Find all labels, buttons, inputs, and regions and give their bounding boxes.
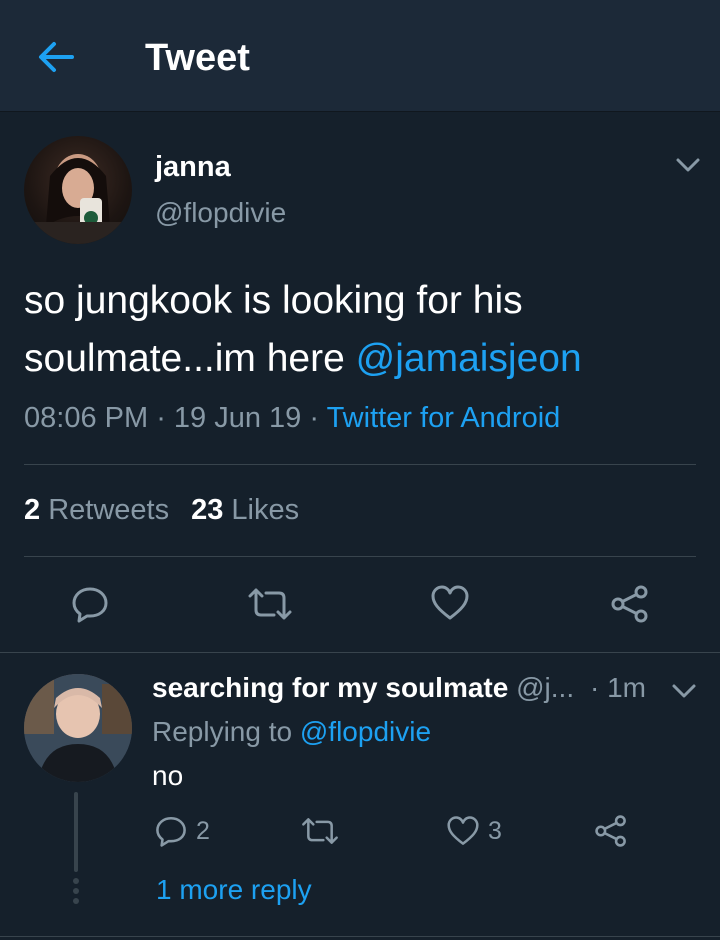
more-replies-link[interactable]: 1 more reply	[156, 874, 312, 906]
meta-separator: ·	[148, 402, 174, 434]
divider	[24, 464, 696, 465]
heart-icon	[447, 816, 479, 845]
back-button[interactable]	[30, 34, 82, 80]
reply-author-avatar[interactable]	[24, 674, 132, 782]
chevron-down-icon	[672, 684, 696, 698]
bottom-divider	[0, 936, 720, 937]
likes-stat[interactable]: 23 Likes	[191, 494, 299, 526]
replying-to-link[interactable]: @flopdivie	[300, 716, 431, 747]
comment-icon	[72, 587, 108, 623]
retweet-button[interactable]	[246, 586, 294, 622]
comment-icon	[156, 816, 186, 847]
replying-to: Replying to @flopdivie	[152, 716, 431, 748]
tweet-time: 08:06 PM	[24, 402, 149, 434]
retweet-icon	[248, 588, 292, 620]
retweets-stat[interactable]: 2 Retweets	[24, 494, 169, 526]
reply-display-name[interactable]: searching for my soulmate	[152, 672, 508, 703]
divider	[24, 556, 696, 557]
reply-time: · 1m	[590, 672, 646, 703]
share-icon	[595, 815, 626, 847]
like-count: 3	[488, 816, 502, 845]
reply-reply-button[interactable]: 2	[154, 814, 210, 848]
retweet-icon	[302, 818, 338, 844]
like-button[interactable]	[430, 584, 470, 622]
reply-retweet-button[interactable]	[300, 816, 340, 846]
reply-menu-button[interactable]	[666, 676, 702, 706]
author-avatar[interactable]	[24, 136, 132, 244]
avatar-image	[24, 154, 132, 244]
top-app-bar: Tweet	[0, 0, 720, 112]
page-title: Tweet	[145, 37, 250, 79]
mention-link[interactable]: @jamaisjeon	[356, 337, 582, 380]
reply-text: no	[152, 760, 184, 791]
author-handle[interactable]: @flopdivie	[155, 197, 286, 229]
arrow-left-icon	[39, 42, 74, 72]
meta-separator: ·	[301, 402, 327, 434]
tweet-menu-button[interactable]	[670, 150, 706, 180]
section-divider	[0, 652, 720, 653]
chevron-down-icon	[676, 158, 700, 172]
heart-icon	[431, 585, 469, 620]
reply-handle[interactable]: @j...	[516, 672, 574, 703]
replying-prefix: Replying to	[152, 716, 300, 747]
reply-button[interactable]	[70, 584, 110, 624]
tweet-text-segment: soulmate...im here	[24, 337, 356, 380]
tweet-meta: 08:06 PM · 19 Jun 19 · Twitter for Andro…	[24, 402, 560, 435]
reply-share-button[interactable]	[594, 814, 628, 848]
reply-count: 2	[196, 816, 210, 845]
tweet-text-line: soulmate...im here @jamaisjeon	[24, 330, 694, 388]
likes-label: Likes	[231, 494, 300, 526]
share-button[interactable]	[610, 584, 650, 624]
reply-like-button[interactable]: 3	[446, 815, 502, 847]
thread-line	[74, 792, 78, 872]
avatar-image	[24, 674, 132, 782]
retweets-count: 2	[24, 494, 41, 526]
retweets-label: Retweets	[48, 494, 170, 526]
tweet-stats: 2 Retweets 23 Likes	[24, 494, 299, 527]
likes-count: 23	[191, 494, 224, 526]
tweet-text-line: so jungkook is looking for his	[24, 279, 523, 322]
tweet-text: so jungkook is looking for his soulmate.…	[24, 272, 694, 388]
share-icon	[611, 585, 648, 623]
tweet-date: 19 Jun 19	[173, 402, 302, 434]
tweet-source-link[interactable]: Twitter for Android	[327, 402, 561, 434]
thread-dots	[73, 878, 79, 908]
author-display-name[interactable]: janna	[155, 151, 231, 184]
